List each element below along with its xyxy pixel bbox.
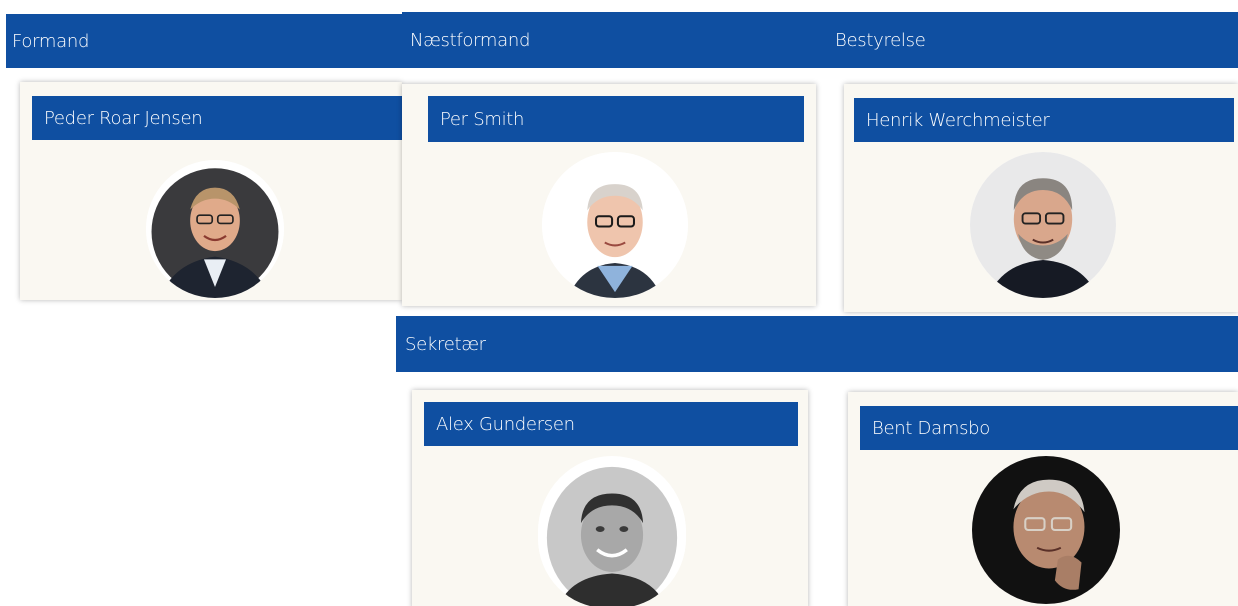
member-name: Alex Gundersen [436, 413, 575, 435]
member-photo [146, 160, 284, 298]
member-name: Peder Roar Jensen [44, 107, 203, 129]
member-name-bar: Alex Gundersen [424, 402, 798, 446]
member-name: Henrik Werchmeister [866, 109, 1050, 131]
member-card: Bent Damsbo [848, 392, 1238, 606]
section-header-formand: Formand [6, 14, 406, 68]
section-title: Bestyrelse [835, 29, 926, 51]
member-portrait-image [970, 152, 1116, 298]
section-title: Næstformand [410, 29, 531, 51]
section-title: Formand [12, 30, 90, 52]
member-photo [538, 456, 686, 606]
section-header-naestformand: Næstformand [402, 12, 832, 68]
member-name: Per Smith [440, 108, 525, 130]
board-page: Formand Næstformand Bestyrelse Sekretær … [0, 0, 1238, 606]
member-portrait-image [538, 458, 686, 606]
member-portrait-image [542, 152, 688, 298]
member-card: Peder Roar Jensen [20, 82, 402, 300]
member-name-bar: Per Smith [428, 96, 804, 142]
member-photo [970, 152, 1116, 298]
member-card: Alex Gundersen [412, 390, 808, 606]
member-name-bar: Peder Roar Jensen [32, 96, 402, 140]
member-name-bar: Bent Damsbo [860, 406, 1238, 450]
member-name: Bent Damsbo [872, 417, 990, 439]
member-portrait-image [972, 456, 1120, 604]
member-photo [542, 152, 688, 298]
member-portrait-image [146, 160, 284, 298]
member-photo [972, 456, 1120, 604]
member-card: Per Smith [402, 84, 816, 306]
member-card: Henrik Werchmeister [844, 84, 1238, 312]
section-title: Sekretær [405, 333, 486, 355]
member-name-bar: Henrik Werchmeister [854, 98, 1234, 142]
section-header-bestyrelse: Bestyrelse [828, 12, 1238, 68]
section-header-sekretaer: Sekretær [396, 316, 1238, 372]
